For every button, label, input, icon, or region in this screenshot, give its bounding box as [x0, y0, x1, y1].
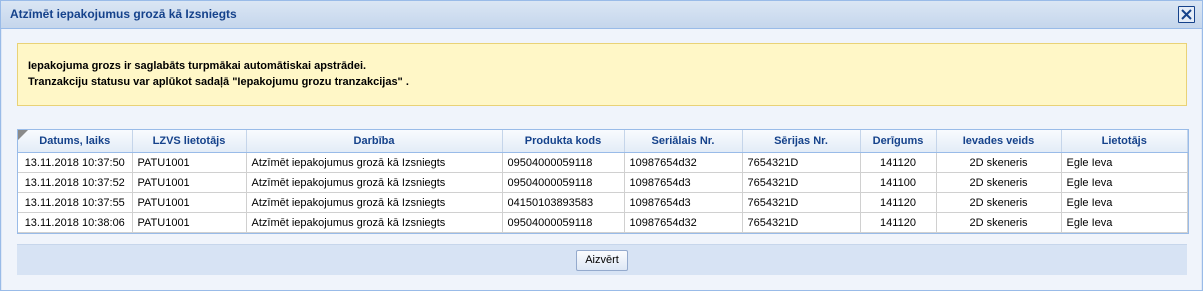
table-cell: PATU1001 [132, 192, 247, 213]
column-header[interactable]: Sērijas Nr. [742, 130, 861, 153]
column-header[interactable]: Ievades veids [936, 130, 1062, 153]
notice-line-2: Tranzakciju statusu var aplūkot sadaļā "… [28, 76, 409, 88]
table-row[interactable]: 13.11.2018 10:37:55 PATU1001 Atzīmēt iepak… [18, 192, 1188, 213]
header-row: Datums, laiks LZVS lietotājs Darbība Produk… [18, 130, 1188, 153]
table-cell: 2D skeneris [936, 212, 1062, 233]
table-cell: 13.11.2018 10:37:55 [18, 192, 133, 213]
table-row[interactable]: 13.11.2018 10:37:50 PATU1001 Atzīmēt iepak… [18, 152, 1188, 173]
table-cell: 141120 [860, 192, 937, 213]
table-cell: 2D skeneris [936, 172, 1062, 193]
table-cell: PATU1001 [132, 152, 247, 173]
column-header[interactable]: Derīgums [860, 130, 937, 153]
table-cell: Atzīmēt iepakojumus grozā kā Izsniegts [246, 192, 503, 213]
table-cell: PATU1001 [132, 212, 247, 233]
table-cell: 09504000059118 [502, 172, 625, 193]
table-cell: Egle Ieva [1061, 172, 1188, 193]
column-header[interactable]: Produkta kods [502, 130, 625, 153]
table-cell: 10987654d32 [624, 152, 743, 173]
table-cell: 10987654d3 [624, 192, 743, 213]
notice-line-1: Iepakojuma grozs ir saglabāts turpmākai … [28, 60, 367, 72]
window-title: Atzīmēt iepakojumus grozā kā Izsniegts [10, 7, 237, 21]
dialog-body: Iepakojuma grozs ir saglabāts turpmākai … [2, 29, 1201, 290]
close-button[interactable] [1178, 6, 1195, 23]
close-icon [1181, 9, 1192, 20]
table-cell: 09504000059118 [502, 152, 625, 173]
table-cell: Egle Ieva [1061, 152, 1188, 173]
column-header[interactable]: LZVS lietotājs [132, 130, 247, 153]
table-cell: Atzīmēt iepakojumus grozā kā Izsniegts [246, 152, 503, 173]
dialog-window: Atzīmēt iepakojumus grozā kā Izsniegts I… [0, 0, 1203, 291]
table-cell: 13.11.2018 10:37:52 [18, 172, 133, 193]
sort-corner-icon[interactable] [18, 130, 28, 140]
table-cell: 09504000059118 [502, 212, 625, 233]
table-cell: 141120 [860, 152, 937, 173]
table-cell: Atzīmēt iepakojumus grozā kā Izsniegts [246, 212, 503, 233]
table-cell: 2D skeneris [936, 152, 1062, 173]
table-row[interactable]: 13.11.2018 10:38:06 PATU1001 Atzīmēt iepak… [18, 212, 1188, 233]
table-cell: 13.11.2018 10:37:50 [18, 152, 133, 173]
table-cell: 10987654d3 [624, 172, 743, 193]
close-dialog-button[interactable]: Aizvērt [576, 250, 628, 271]
table-cell: Atzīmēt iepakojumus grozā kā Izsniegts [246, 172, 503, 193]
info-notice: Iepakojuma grozs ir saglabāts turpmākai … [17, 43, 1187, 106]
table-cell: 04150103893583 [502, 192, 625, 213]
transactions-grid: Datums, laiks LZVS lietotājs Darbība Produk… [17, 129, 1189, 234]
dialog-footer: Aizvērt [17, 244, 1187, 275]
table-cell: 141120 [860, 212, 937, 233]
table-cell: Egle Ieva [1061, 192, 1188, 213]
table-cell: 7654321D [742, 172, 861, 193]
table-cell: 2D skeneris [936, 192, 1062, 213]
table-cell: 10987654d32 [624, 212, 743, 233]
transactions-table: Datums, laiks LZVS lietotājs Darbība Produk… [18, 130, 1188, 233]
table-cell: 7654321D [742, 152, 861, 173]
column-header[interactable]: Lietotājs [1061, 130, 1188, 153]
table-cell: PATU1001 [132, 172, 247, 193]
column-header[interactable]: Datums, laiks [18, 130, 133, 153]
table-row[interactable]: 13.11.2018 10:37:52 PATU1001 Atzīmēt iepak… [18, 172, 1188, 193]
table-cell: 7654321D [742, 192, 861, 213]
table-cell: Egle Ieva [1061, 212, 1188, 233]
column-header[interactable]: Seriālais Nr. [624, 130, 743, 153]
table-cell: 141100 [860, 172, 937, 193]
title-bar[interactable]: Atzīmēt iepakojumus grozā kā Izsniegts [1, 1, 1202, 29]
table-cell: 13.11.2018 10:38:06 [18, 212, 133, 233]
table-cell: 7654321D [742, 212, 861, 233]
column-header[interactable]: Darbība [246, 130, 503, 153]
